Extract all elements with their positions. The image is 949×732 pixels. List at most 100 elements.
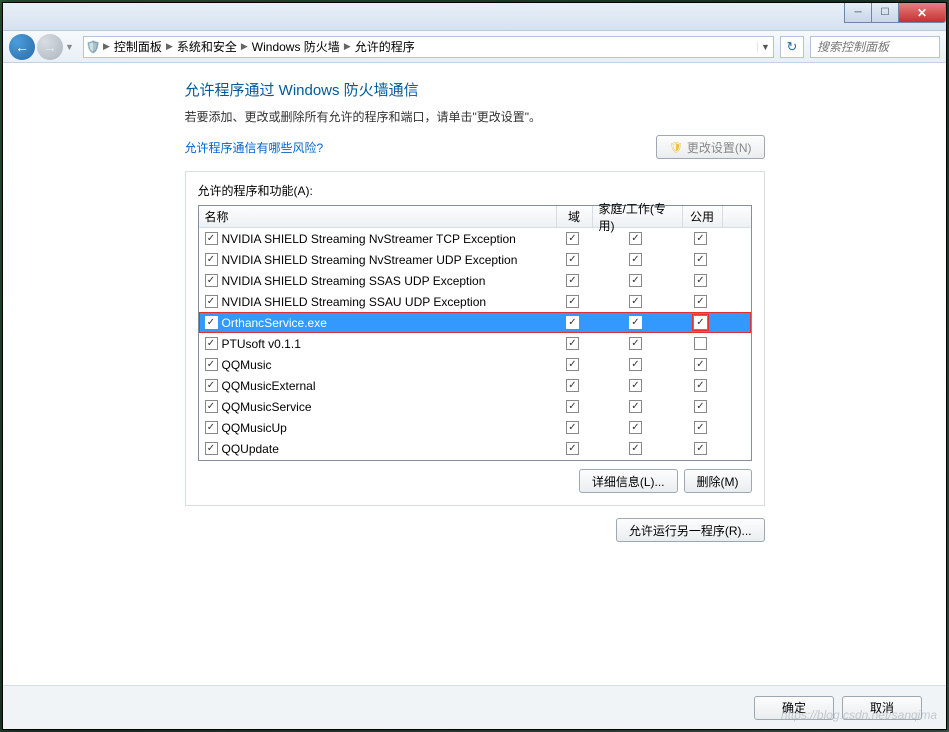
allow-another-program-button[interactable]: 允许运行另一程序(R)... [616,518,765,542]
list-body[interactable]: NVIDIA SHIELD Streaming NvStreamer TCP E… [199,228,751,460]
enabled-checkbox[interactable] [205,316,218,329]
breadcrumb-item[interactable]: 控制面板 [111,38,165,55]
home-checkbox[interactable] [629,358,642,371]
domain-checkbox[interactable] [566,358,579,371]
chevron-right-icon: ▶ [343,41,352,52]
close-button[interactable]: ✕ [898,3,946,23]
public-cell [683,270,723,291]
ok-button[interactable]: 确定 [754,696,834,720]
home-checkbox[interactable] [629,421,642,434]
domain-checkbox[interactable] [566,274,579,287]
search-input[interactable] [811,40,949,54]
public-checkbox[interactable] [694,253,707,266]
remove-button[interactable]: 删除(M) [684,469,752,493]
enabled-checkbox[interactable] [205,232,218,245]
risk-help-link[interactable]: 允许程序通信有哪些风险? [185,139,324,156]
table-row[interactable]: OrthancService.exe [199,312,751,333]
breadcrumb-item[interactable]: Windows 防火墙 [249,38,343,55]
public-checkbox[interactable] [694,421,707,434]
table-row[interactable]: QQUpdate [199,438,751,459]
table-row[interactable]: QQMusicUp [199,417,751,438]
enabled-checkbox[interactable] [205,253,218,266]
home-checkbox[interactable] [629,400,642,413]
nav-forward-button[interactable]: → [37,34,63,60]
table-row[interactable]: PTUsoft v0.1.1 [199,333,751,354]
table-row[interactable]: NVIDIA SHIELD Streaming NvStreamer UDP E… [199,249,751,270]
home-checkbox[interactable] [629,274,642,287]
search-box[interactable] [810,36,940,58]
group-label: 允许的程序和功能(A): [198,182,752,199]
public-checkbox[interactable] [694,358,707,371]
name-cell: QQMusic [199,354,557,375]
cancel-button[interactable]: 取消 [842,696,922,720]
domain-checkbox[interactable] [566,442,579,455]
breadcrumb-dropdown[interactable]: ▼ [757,42,773,52]
home-checkbox[interactable] [629,253,642,266]
public-checkbox[interactable] [694,400,707,413]
domain-cell [557,438,593,459]
refresh-button[interactable]: ↻ [780,36,804,58]
home-checkbox[interactable] [629,442,642,455]
name-cell: PTUsoft v0.1.1 [199,333,557,354]
maximize-button[interactable]: ☐ [871,3,899,23]
minimize-button[interactable]: ─ [844,3,872,23]
breadcrumb-item[interactable]: 允许的程序 [352,38,418,55]
home-cell [593,396,683,417]
enabled-checkbox[interactable] [205,337,218,350]
shield-icon: 🛡️ [84,40,102,54]
public-checkbox[interactable] [694,337,707,350]
enabled-checkbox[interactable] [205,295,218,308]
enabled-checkbox[interactable] [205,358,218,371]
home-checkbox[interactable] [629,337,642,350]
public-checkbox[interactable] [694,295,707,308]
change-settings-button[interactable]: 🛡 更改设置(N) [656,135,765,159]
domain-checkbox[interactable] [566,421,579,434]
domain-checkbox[interactable] [566,232,579,245]
enabled-checkbox[interactable] [205,400,218,413]
table-row[interactable]: NVIDIA SHIELD Streaming SSAS UDP Excepti… [199,270,751,291]
nav-history-dropdown[interactable]: ▼ [65,42,77,52]
column-home[interactable]: 家庭/工作(专用) [593,206,683,227]
enabled-checkbox[interactable] [205,274,218,287]
public-checkbox[interactable] [694,442,707,455]
breadcrumb-item[interactable]: 系统和安全 [174,38,240,55]
domain-checkbox[interactable] [566,253,579,266]
name-cell: NVIDIA SHIELD Streaming NvStreamer UDP E… [199,249,557,270]
home-checkbox[interactable] [629,379,642,392]
allowed-programs-list[interactable]: 名称 域 家庭/工作(专用) 公用 NVIDIA SHIELD Streamin… [198,205,752,461]
domain-checkbox[interactable] [566,316,579,329]
enabled-checkbox[interactable] [205,379,218,392]
domain-cell [557,396,593,417]
public-checkbox[interactable] [694,274,707,287]
column-domain[interactable]: 域 [557,206,593,227]
public-cell [683,333,723,354]
nav-back-button[interactable]: ← [9,34,35,60]
public-checkbox[interactable] [694,316,707,329]
name-cell: NVIDIA SHIELD Streaming NvStreamer TCP E… [199,228,557,249]
allowed-programs-group: 允许的程序和功能(A): 名称 域 家庭/工作(专用) 公用 NVIDIA SH… [185,171,765,506]
list-header: 名称 域 家庭/工作(专用) 公用 [199,206,751,228]
domain-checkbox[interactable] [566,337,579,350]
enabled-checkbox[interactable] [205,442,218,455]
column-public[interactable]: 公用 [683,206,723,227]
public-checkbox[interactable] [694,232,707,245]
enabled-checkbox[interactable] [205,421,218,434]
home-checkbox[interactable] [629,316,642,329]
name-cell: OrthancService.exe [199,312,557,333]
domain-cell [557,417,593,438]
breadcrumb[interactable]: 🛡️ ▶ 控制面板 ▶ 系统和安全 ▶ Windows 防火墙 ▶ 允许的程序 … [83,36,774,58]
home-checkbox[interactable] [629,295,642,308]
table-row[interactable]: QQMusicExternal [199,375,751,396]
home-checkbox[interactable] [629,232,642,245]
column-name[interactable]: 名称 [199,206,557,227]
details-button[interactable]: 详细信息(L)... [579,469,678,493]
table-row[interactable]: NVIDIA SHIELD Streaming NvStreamer TCP E… [199,228,751,249]
public-checkbox[interactable] [694,379,707,392]
domain-checkbox[interactable] [566,379,579,392]
table-row[interactable]: QQMusic [199,354,751,375]
table-row[interactable]: NVIDIA SHIELD Streaming SSAU UDP Excepti… [199,291,751,312]
domain-checkbox[interactable] [566,295,579,308]
table-row[interactable]: QQMusicService [199,396,751,417]
domain-checkbox[interactable] [566,400,579,413]
domain-cell [557,249,593,270]
